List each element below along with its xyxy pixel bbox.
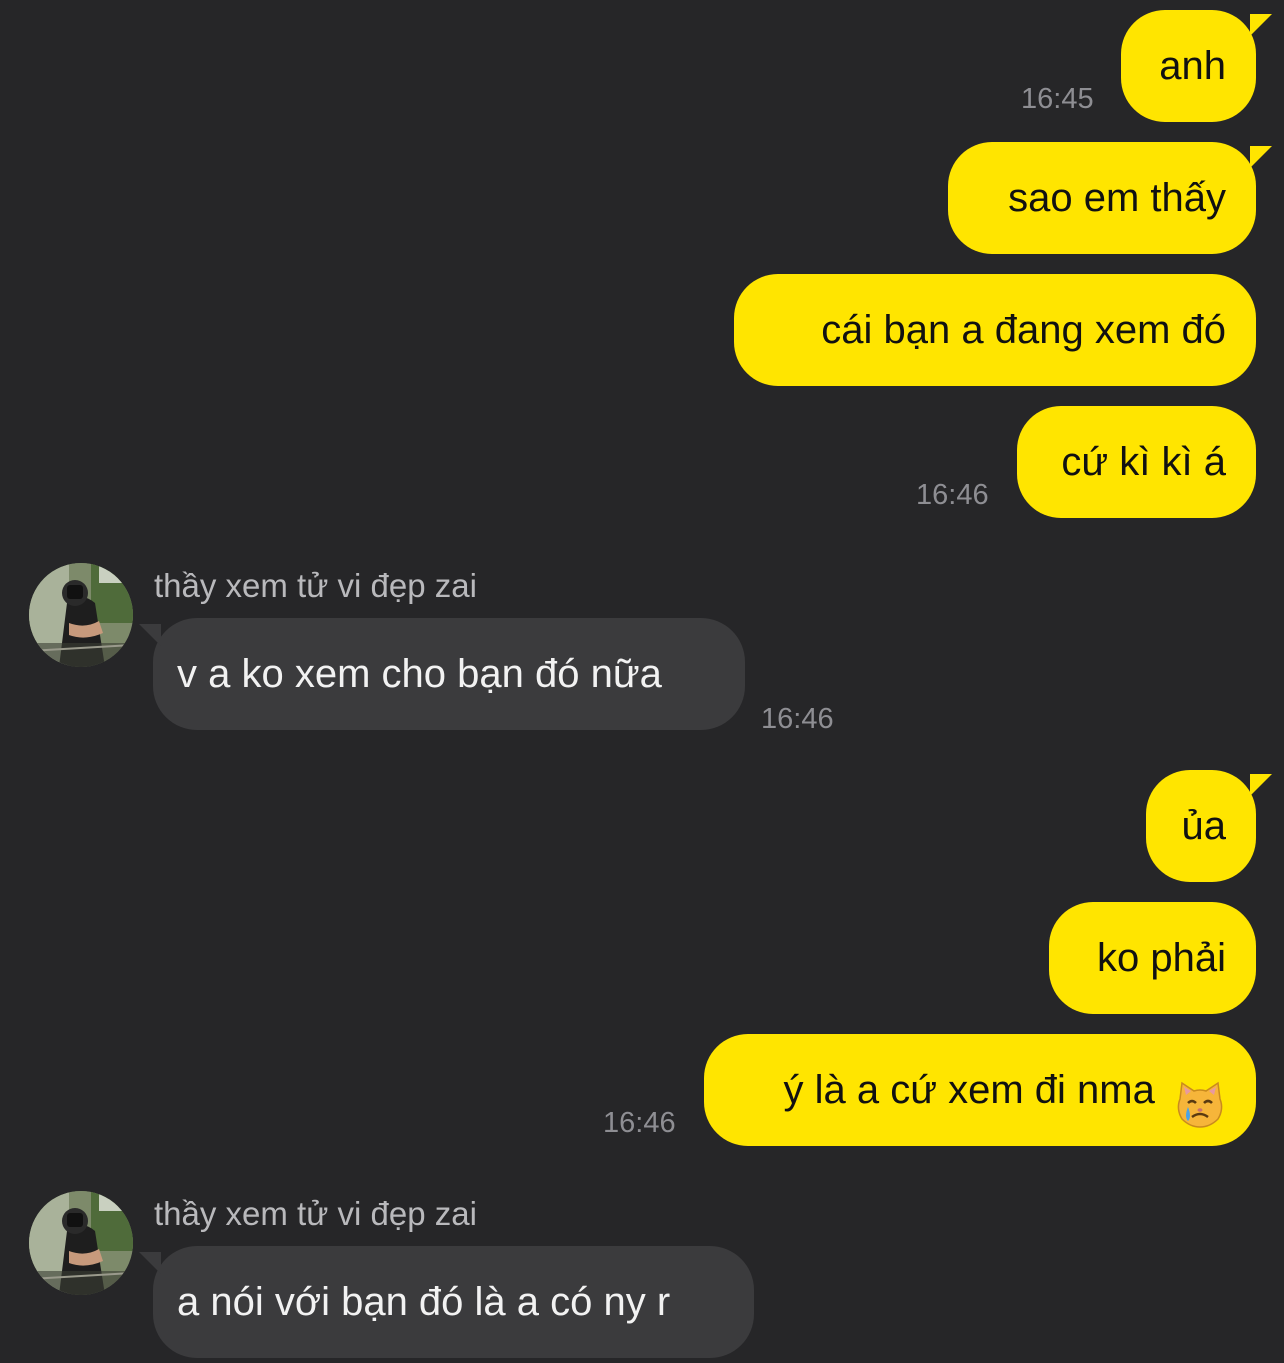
sender-name: thầy xem tử vi đẹp zai <box>154 567 477 604</box>
message-text: ko phải <box>1097 936 1226 980</box>
timestamp: 16:46 <box>761 703 834 735</box>
outgoing-message-bubble[interactable]: ý là a cứ xem đi nma <box>704 1034 1256 1146</box>
bubble-tail <box>1250 146 1272 168</box>
timestamp: 16:46 <box>603 1107 676 1139</box>
outgoing-message-bubble[interactable]: cái bạn a đang xem đó <box>734 274 1256 386</box>
message-text: cái bạn a đang xem đó <box>821 308 1226 352</box>
bubble-tail <box>139 624 161 646</box>
bubble-tail <box>139 1252 161 1274</box>
outgoing-message-bubble[interactable]: cứ kì kì á <box>1017 406 1256 518</box>
outgoing-message-bubble[interactable]: anh <box>1121 10 1272 122</box>
timestamp: 16:45 <box>1021 83 1094 115</box>
sender-name: thầy xem tử vi đẹp zai <box>154 1195 477 1232</box>
user-photo-avatar-icon <box>29 563 133 667</box>
outgoing-message-bubble[interactable]: ủa <box>1146 770 1272 882</box>
contact-avatar[interactable] <box>29 563 133 667</box>
crying-cat-face-icon <box>1174 1062 1226 1129</box>
bubble-tail <box>1250 774 1272 796</box>
message-text: ý là a cứ xem đi nma <box>783 1068 1155 1112</box>
timestamp: 16:46 <box>916 479 989 511</box>
outgoing-message-bubble[interactable]: ko phải <box>1049 902 1256 1014</box>
contact-avatar[interactable] <box>29 1191 133 1295</box>
incoming-message-bubble[interactable]: a nói với bạn đó là a có ny r <box>139 1246 754 1358</box>
incoming-message-bubble[interactable]: v a ko xem cho bạn đó nữa <box>139 618 745 730</box>
message-text: sao em thấy <box>1008 176 1226 220</box>
message-text: cứ kì kì á <box>1061 440 1226 484</box>
message-text: anh <box>1159 44 1226 88</box>
chat-thread[interactable]: 16:45 anh sao em thấy cái bạn a đang xem… <box>0 0 1284 1363</box>
outgoing-message-bubble[interactable]: sao em thấy <box>948 142 1272 254</box>
message-text: ủa <box>1181 804 1227 848</box>
message-text: a nói với bạn đó là a có ny r <box>177 1280 671 1324</box>
message-text: v a ko xem cho bạn đó nữa <box>177 652 662 696</box>
bubble-tail <box>1250 14 1272 36</box>
user-photo-avatar-icon <box>29 1191 133 1295</box>
